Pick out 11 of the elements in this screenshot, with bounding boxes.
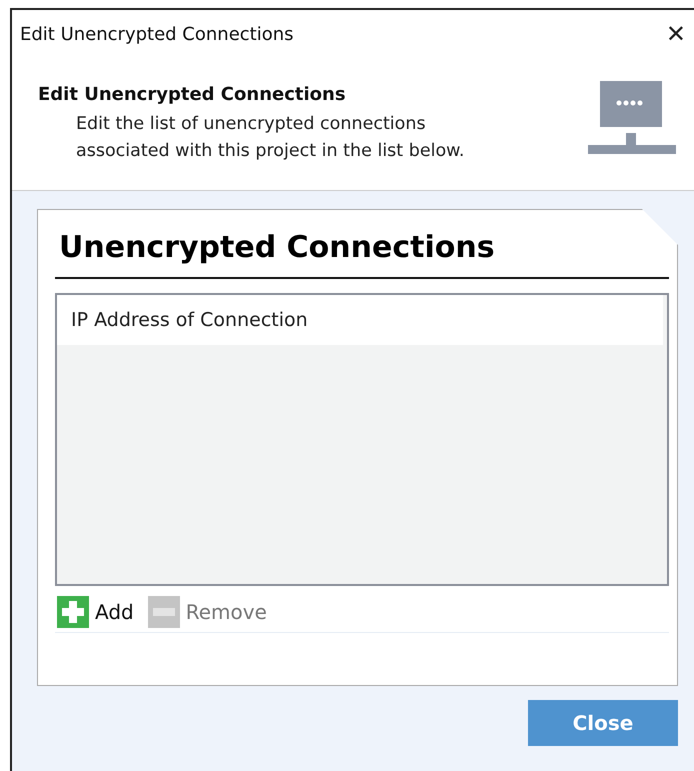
close-button[interactable]: ✕ — [658, 20, 694, 48]
minus-icon — [148, 596, 180, 628]
panel-title: Unencrypted Connections — [58, 230, 496, 265]
column-header: IP Address of Connection — [71, 309, 308, 331]
plus-icon — [57, 596, 89, 628]
add-button[interactable]: Add — [57, 596, 134, 628]
header-title: Edit Unencrypted Connections — [38, 84, 347, 105]
connection-list[interactable]: IP Address of Connection — [55, 293, 669, 586]
network-icon — [588, 78, 676, 154]
header-description: Edit the list of unencrypted connections associated with this project in the list below. — [76, 113, 466, 163]
window-title: Edit Unencrypted Connections — [20, 24, 294, 44]
